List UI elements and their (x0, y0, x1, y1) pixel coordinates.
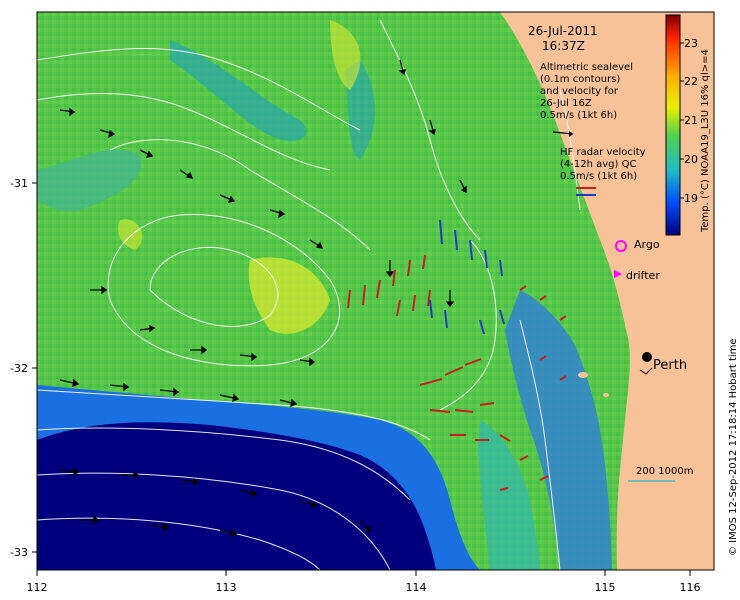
y-tick-label: -32 (10, 362, 28, 375)
time-label: 16:37Z (542, 39, 585, 53)
altimetry-line: 0.5m/s (1kt 6h) (540, 110, 617, 121)
altimetry-line: (0.1m contours) (540, 74, 620, 85)
x-tick-label: 115 (595, 581, 616, 594)
scale-bar-label: 200 1000m (636, 466, 693, 477)
x-tick-label: 112 (27, 581, 48, 594)
colorbar-tick-label: 20 (684, 153, 698, 166)
drifter-label: drifter (626, 269, 660, 282)
x-tick-label: 113 (216, 581, 237, 594)
radar-line: HF radar velocity (560, 147, 646, 158)
argo-label: Argo (634, 238, 660, 251)
perth-label: Perth (653, 358, 687, 373)
sst-map-figure: 112 113 114 115 116 -31 -32 -33 26-Jul-2… (10, 11, 739, 594)
perth-marker (642, 352, 652, 362)
credit-text: © IMOS 12-Sep-2012 17:18:14 Hobart time (728, 338, 739, 556)
temperature-colorbar (665, 14, 681, 236)
radar-line: (4-12h avg) QC (560, 159, 636, 170)
altimetry-line: Altimetric sealevel (540, 62, 633, 73)
island (603, 393, 609, 397)
colorbar-tick-label: 23 (684, 37, 698, 50)
colorbar-label: Temp. (°C) NOAA19_L3U 16% ql>=4 (700, 49, 711, 233)
altimetry-line: and velocity for (540, 86, 619, 97)
colorbar-tick-label: 19 (684, 192, 698, 205)
island (578, 372, 588, 378)
colorbar-tick-label: 21 (684, 114, 698, 127)
altimetry-line: 26-Jul 16Z (540, 98, 592, 109)
x-tick-label: 116 (680, 581, 701, 594)
colorbar-tick-label: 22 (684, 75, 698, 88)
date-label: 26-Jul-2011 (528, 24, 598, 38)
y-tick-label: -31 (10, 177, 28, 190)
y-tick-label: -33 (10, 546, 28, 559)
x-tick-label: 114 (406, 581, 427, 594)
radar-line: 0.5m/s (1kt 6h) (560, 171, 637, 182)
